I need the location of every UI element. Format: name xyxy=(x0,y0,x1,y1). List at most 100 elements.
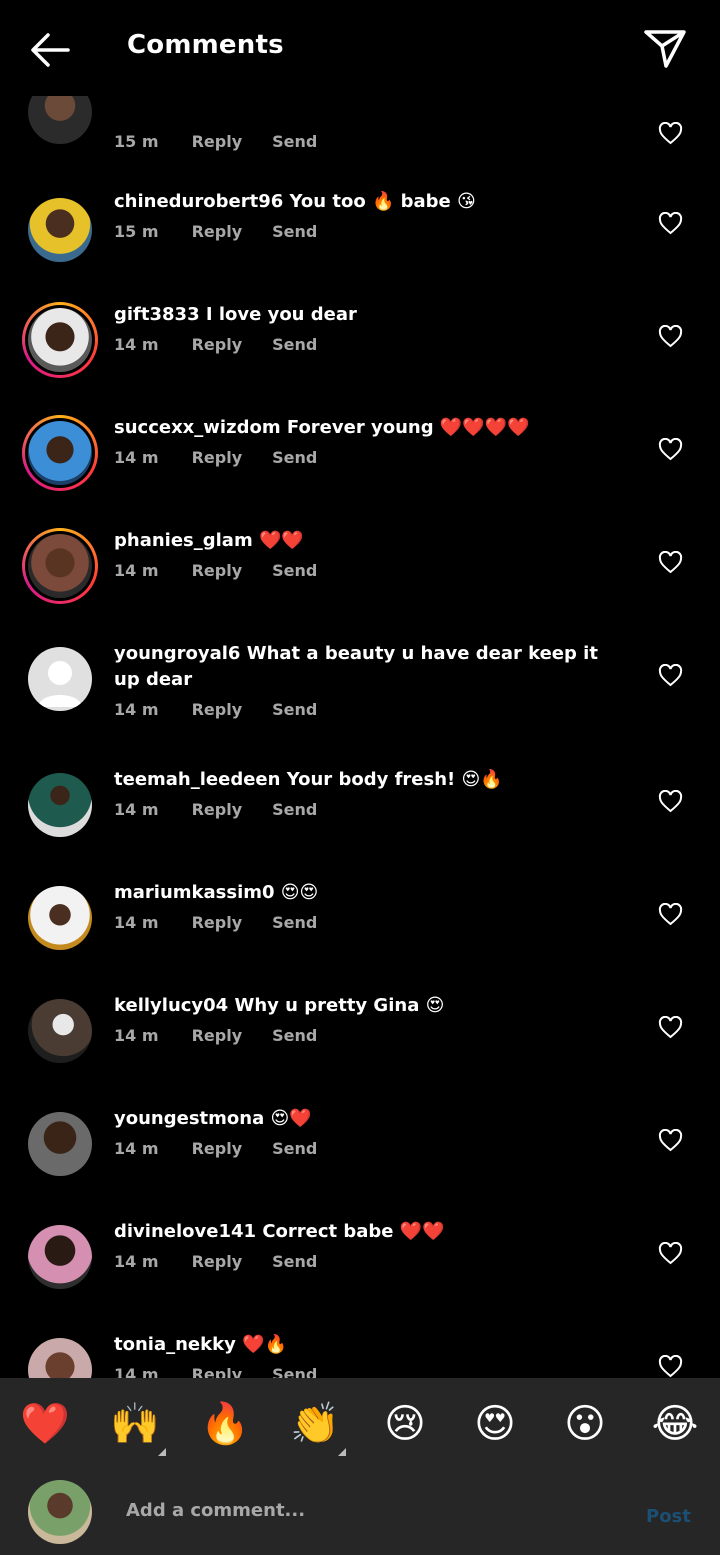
reply-button[interactable]: Reply xyxy=(192,1365,267,1378)
default-avatar-icon[interactable] xyxy=(28,647,92,711)
comment-text: youngestmona 😍❤️ xyxy=(114,1106,614,1132)
reply-button[interactable]: Reply xyxy=(192,132,267,151)
send-button[interactable]: Send xyxy=(272,448,317,467)
like-heart-icon[interactable] xyxy=(658,903,683,926)
comment-row: phanies_glam ❤️❤️ 14 m Reply Send xyxy=(0,525,720,638)
comment-text: teemah_leedeen Your body fresh! 😍🔥 xyxy=(114,767,614,793)
comment-meta: 14 m Reply Send xyxy=(114,1252,317,1271)
comment-username[interactable]: tonia_nekky xyxy=(114,1334,236,1355)
comment-text: succexx_wizdom Forever young ❤️❤️❤️❤️ xyxy=(114,415,614,441)
reply-button[interactable]: Reply xyxy=(192,222,267,241)
reply-button[interactable]: Reply xyxy=(192,1026,267,1045)
send-button[interactable]: Send xyxy=(272,222,317,241)
comment-row: chinedurobert96 You too 🔥 babe 😘 15 m Re… xyxy=(0,186,720,299)
comment-time: 14 m xyxy=(114,561,159,580)
reply-button[interactable]: Reply xyxy=(192,1252,267,1271)
like-heart-icon[interactable] xyxy=(658,1129,683,1152)
reply-button[interactable]: Reply xyxy=(192,800,267,819)
commenter-avatar[interactable] xyxy=(28,886,92,950)
reaction-crying-emoji[interactable]: 😢 xyxy=(377,1400,433,1448)
comment-meta: 14 m Reply Send xyxy=(114,700,317,719)
reaction-heart-emoji[interactable]: ❤️ xyxy=(17,1400,73,1448)
commenter-avatar[interactable] xyxy=(28,96,92,144)
header-bar: Comments xyxy=(0,0,720,96)
like-heart-icon[interactable] xyxy=(658,212,683,235)
comment-username[interactable]: divinelove141 xyxy=(114,1221,256,1242)
comment-time: 14 m xyxy=(114,700,159,719)
send-button[interactable]: Send xyxy=(272,132,317,151)
comment-body: I love you dear xyxy=(205,304,357,325)
comment-input[interactable]: Add a comment... xyxy=(126,1500,305,1521)
comment-time: 14 m xyxy=(114,913,159,932)
comment-text: tonia_nekky ❤️🔥 xyxy=(114,1332,614,1358)
commenter-avatar[interactable] xyxy=(28,1338,92,1378)
comment-username[interactable]: teemah_leedeen xyxy=(114,769,280,790)
send-button[interactable]: Send xyxy=(272,1026,317,1045)
reply-button[interactable]: Reply xyxy=(192,335,267,354)
commenter-avatar[interactable] xyxy=(28,421,92,485)
comment-username[interactable]: youngestmona xyxy=(114,1108,264,1129)
commenter-avatar[interactable] xyxy=(28,198,92,262)
commenter-avatar[interactable] xyxy=(28,1225,92,1289)
like-heart-icon[interactable] xyxy=(658,551,683,574)
comment-time: 15 m xyxy=(114,132,159,151)
reaction-laughing-emoji[interactable]: 😂 xyxy=(647,1400,703,1448)
reply-button[interactable]: Reply xyxy=(192,700,267,719)
send-button[interactable]: Send xyxy=(272,913,317,932)
send-button[interactable]: Send xyxy=(272,800,317,819)
reaction-surprised-emoji[interactable]: 😮 xyxy=(557,1400,613,1448)
like-heart-icon[interactable] xyxy=(658,122,683,145)
reaction-fire-emoji[interactable]: 🔥 xyxy=(197,1400,253,1448)
comment-text: kellylucy04 Why u pretty Gina 😍 xyxy=(114,993,614,1019)
direct-send-icon[interactable] xyxy=(642,26,688,70)
reaction-clap-emoji[interactable]: 👏 xyxy=(287,1400,343,1448)
comment-row: kellylucy04 Why u pretty Gina 😍 14 m Rep… xyxy=(0,990,720,1103)
like-heart-icon[interactable] xyxy=(658,790,683,813)
send-button[interactable]: Send xyxy=(272,561,317,580)
commenter-avatar[interactable] xyxy=(28,308,92,372)
send-button[interactable]: Send xyxy=(272,1252,317,1271)
like-heart-icon[interactable] xyxy=(658,325,683,348)
comment-text: gift3833 I love you dear xyxy=(114,302,614,328)
comment-row: 15 m Reply Send xyxy=(0,96,720,169)
send-button[interactable]: Send xyxy=(272,1139,317,1158)
like-heart-icon[interactable] xyxy=(658,664,683,687)
commenter-avatar[interactable] xyxy=(28,773,92,837)
reply-button[interactable]: Reply xyxy=(192,913,267,932)
comment-username[interactable]: succexx_wizdom xyxy=(114,417,281,438)
skin-tone-indicator-icon xyxy=(158,1448,166,1456)
commenter-avatar[interactable] xyxy=(28,1112,92,1176)
comment-list[interactable]: 15 m Reply Send chinedurobert96 You too … xyxy=(0,96,720,1378)
comment-body: Forever young ❤️❤️❤️❤️ xyxy=(286,417,530,438)
reaction-raised-hands-emoji[interactable]: 🙌 xyxy=(107,1400,163,1448)
reaction-heart-eyes-emoji[interactable]: 😍 xyxy=(467,1400,523,1448)
reply-button[interactable]: Reply xyxy=(192,1139,267,1158)
send-button[interactable]: Send xyxy=(272,335,317,354)
comment-username[interactable]: mariumkassim0 xyxy=(114,882,275,903)
post-button[interactable]: Post xyxy=(646,1506,691,1527)
like-heart-icon[interactable] xyxy=(658,1016,683,1039)
comment-body: Why u pretty Gina 😍 xyxy=(234,995,445,1016)
reply-button[interactable]: Reply xyxy=(192,561,267,580)
comment-username[interactable]: kellylucy04 xyxy=(114,995,228,1016)
comment-username[interactable]: chinedurobert96 xyxy=(114,191,283,212)
comment-time: 14 m xyxy=(114,1026,159,1045)
like-heart-icon[interactable] xyxy=(658,1242,683,1265)
comment-row: teemah_leedeen Your body fresh! 😍🔥 14 m … xyxy=(0,764,720,877)
comment-meta: 14 m Reply Send xyxy=(114,800,317,819)
comment-username[interactable]: gift3833 xyxy=(114,304,200,325)
comment-username[interactable]: phanies_glam xyxy=(114,530,253,551)
comment-meta: 14 m Reply Send xyxy=(114,1365,317,1378)
send-button[interactable]: Send xyxy=(272,1365,317,1378)
like-heart-icon[interactable] xyxy=(658,1355,683,1378)
comment-username[interactable]: youngroyal6 xyxy=(114,643,240,664)
back-arrow-icon[interactable] xyxy=(28,30,72,70)
commenter-avatar[interactable] xyxy=(28,534,92,598)
reply-button[interactable]: Reply xyxy=(192,448,267,467)
commenter-avatar[interactable] xyxy=(28,999,92,1063)
comment-meta: 14 m Reply Send xyxy=(114,1026,317,1045)
send-button[interactable]: Send xyxy=(272,700,317,719)
like-heart-icon[interactable] xyxy=(658,438,683,461)
my-avatar[interactable] xyxy=(28,1480,92,1544)
comment-time: 14 m xyxy=(114,800,159,819)
